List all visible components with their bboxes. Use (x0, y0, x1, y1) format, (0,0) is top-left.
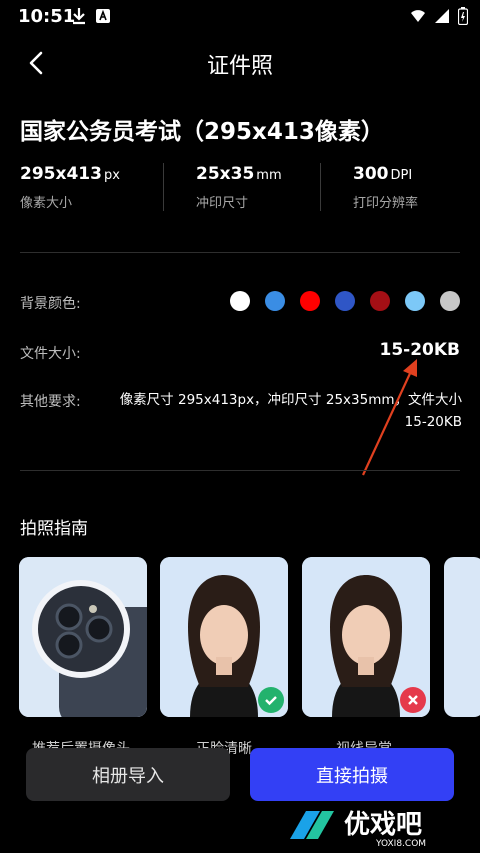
stat-value: 300 (353, 164, 389, 184)
guide-card-partial[interactable] (444, 557, 480, 717)
svg-text:YOXI8.COM: YOXI8.COM (375, 839, 426, 849)
check-badge-icon (258, 687, 284, 713)
stat-label: 冲印尺寸 (196, 196, 249, 211)
svg-text:优戏吧: 优戏吧 (344, 810, 422, 840)
guide-card-clear-face[interactable] (160, 557, 288, 717)
shoot-button[interactable]: 直接拍摄 (250, 748, 454, 801)
download-icon (73, 8, 85, 25)
battery-icon (458, 7, 468, 25)
stat-unit: mm (256, 168, 282, 183)
watermark-logo: 优戏吧 YOXI8.COM (284, 801, 474, 849)
signal-icon (411, 10, 425, 22)
bg-color-gray[interactable] (440, 291, 460, 311)
stat-value: 25x35 (196, 164, 255, 184)
bg-color-red[interactable] (300, 291, 320, 311)
bg-color-white[interactable] (230, 291, 250, 311)
stat-label: 打印分辨率 (353, 196, 419, 211)
stat-dpi: 300 DPI 打印分辨率 (353, 164, 418, 211)
stat-unit: DPI (390, 168, 413, 183)
cellular-icon (435, 9, 449, 23)
stat-value: 295x413 (20, 164, 102, 184)
bg-color-label: 背景颜色: (20, 296, 81, 312)
guide-title: 拍照指南 (20, 519, 88, 539)
error-badge-icon (400, 687, 426, 713)
status-time: 10:51 (18, 6, 76, 27)
divider (20, 252, 460, 253)
annotation-arrow (362, 359, 417, 476)
bg-color-blue[interactable] (265, 291, 285, 311)
guide-card-rear-camera[interactable] (19, 557, 147, 717)
other-req-label: 其他要求: (20, 394, 81, 410)
bg-color-light-blue[interactable] (405, 291, 425, 311)
stat-unit: px (103, 168, 120, 183)
page-title: 证件照 (206, 54, 273, 79)
keyboard-a-icon (96, 9, 110, 23)
album-import-button[interactable]: 相册导入 (26, 748, 230, 801)
bg-color-dark-red[interactable] (370, 291, 390, 311)
stat-label: 像素大小 (20, 196, 73, 211)
stat-print-size: 25x35 mm 冲印尺寸 (196, 164, 282, 211)
rear-camera-icon (19, 557, 147, 717)
divider (163, 163, 164, 211)
spec-title: 国家公务员考试（295x413像素） (20, 119, 384, 145)
guide-card-gaze-abnormal[interactable] (302, 557, 430, 717)
bg-color-dark-blue[interactable] (335, 291, 355, 311)
file-size-label: 文件大小: (20, 346, 81, 362)
divider (20, 470, 460, 471)
divider (320, 163, 321, 211)
stat-pixel-size: 295x413 px 像素大小 (20, 164, 120, 211)
